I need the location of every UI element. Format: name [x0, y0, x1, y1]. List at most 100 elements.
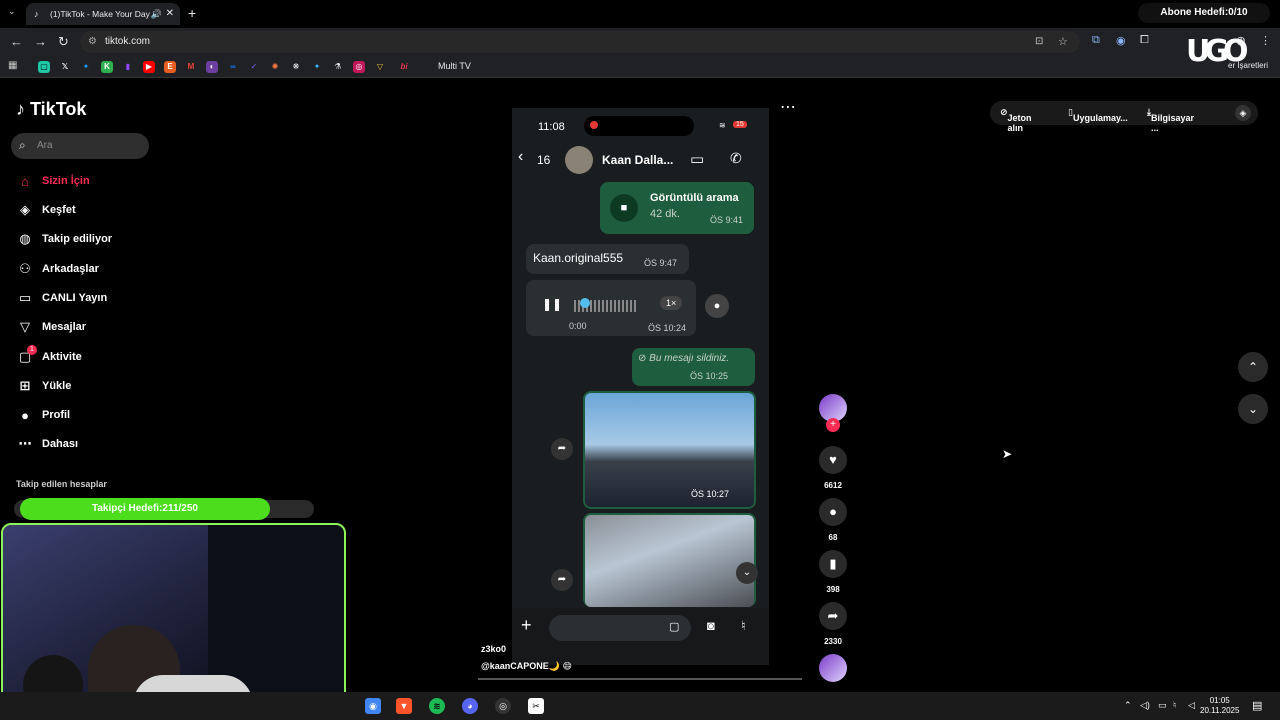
- network-icon[interactable]: ▭: [1158, 700, 1167, 711]
- get-coins-button[interactable]: ⊘ Jeton alın: [1000, 107, 1032, 133]
- bluesky-icon[interactable]: ✦: [80, 61, 92, 73]
- recording-dot: [590, 121, 598, 129]
- bookmark-v-icon[interactable]: ▽: [374, 61, 386, 73]
- video-player[interactable]: 11:08 ≋ 15 ‹ 16 Kaan Dalla... ▭ ✆ ■ Görü…: [512, 108, 769, 665]
- camera-icon: ◙: [707, 618, 715, 633]
- get-app-button[interactable]: ▯ Uygulamay...: [1068, 107, 1128, 123]
- sidebar-item-label: Yükle: [42, 380, 72, 392]
- sidebar-item-more[interactable]: ⋯ Dahası: [16, 434, 79, 454]
- translate-icon[interactable]: ⧉: [1092, 34, 1100, 47]
- kick-icon[interactable]: K: [101, 61, 113, 73]
- dynamic-island: [584, 116, 694, 136]
- previous-video-button[interactable]: ⌃: [1238, 352, 1268, 382]
- sidebar-item-messages[interactable]: ▽ Mesajlar: [16, 317, 86, 337]
- forward-share-icon: ➦: [551, 569, 573, 591]
- sidebar-item-foryou[interactable]: ⌂ Sizin İçin: [16, 171, 90, 191]
- sidebar-item-live[interactable]: ▭ CANLI Yayın: [16, 288, 107, 308]
- capcut-icon[interactable]: ✂: [528, 698, 544, 714]
- apps-grid-icon[interactable]: ▦: [8, 60, 17, 71]
- caption-username[interactable]: z3ko0: [481, 644, 506, 654]
- forward-icon[interactable]: →: [34, 34, 47, 49]
- mic-tray-icon[interactable]: ♮: [1173, 700, 1176, 711]
- system-clock[interactable]: 01:05 20.11.2025: [1200, 696, 1239, 716]
- discord-icon[interactable]: ◕: [462, 698, 478, 714]
- bookmark-star4-icon[interactable]: ✦: [311, 61, 323, 73]
- tiktok-note-icon: ♪: [16, 99, 25, 119]
- menu-dots-icon[interactable]: ⋮: [1260, 34, 1271, 47]
- tray-chevron-icon[interactable]: ⌃: [1124, 700, 1132, 711]
- creator-avatar[interactable]: +: [819, 394, 847, 432]
- back-icon[interactable]: ←: [10, 34, 23, 49]
- twitch-icon[interactable]: ▮: [122, 61, 134, 73]
- bookmark-e-icon[interactable]: E: [164, 61, 176, 73]
- caption-text[interactable]: @kaanCAPONE🌙 😄: [481, 661, 572, 672]
- chrome-icon[interactable]: ◉: [365, 698, 381, 714]
- gmail-icon[interactable]: M: [185, 61, 197, 73]
- live-tv-icon: ▭: [18, 290, 32, 305]
- sidebar-item-upload[interactable]: ⊞ Yükle: [16, 376, 72, 396]
- tiktok-logo[interactable]: ♪ TikTok: [16, 99, 86, 120]
- bookmark-bi-icon[interactable]: bi: [398, 61, 410, 73]
- compass-icon: ◈: [20, 202, 30, 217]
- sidebar-item-label: Sizin İçin: [42, 175, 90, 187]
- video-progress-bar[interactable]: [478, 678, 802, 680]
- share-button[interactable]: ➦ 2330: [819, 602, 847, 646]
- notification-icon[interactable]: ▤: [1252, 699, 1262, 712]
- speaker-icon[interactable]: ◁: [1188, 700, 1195, 711]
- close-tab-icon[interactable]: ✕: [166, 8, 174, 19]
- follow-plus-icon[interactable]: +: [826, 418, 840, 432]
- settings-icon[interactable]: ◈: [1235, 105, 1251, 121]
- bookmark-purple-icon[interactable]: ◐: [206, 61, 218, 73]
- spotify-icon[interactable]: ≋: [429, 698, 445, 714]
- coins-label: Jeton alın: [1007, 113, 1032, 133]
- bookmark-flask-icon[interactable]: ⚗: [332, 61, 344, 73]
- obs-icon[interactable]: ◎: [495, 698, 511, 714]
- message-time: ÖS 9:47: [644, 258, 678, 268]
- youtube-icon[interactable]: ▶: [143, 61, 155, 73]
- sidebar-item-activity[interactable]: ▢ Aktivite: [16, 347, 82, 367]
- tab-search-icon[interactable]: ⌄: [8, 6, 16, 17]
- bookmark-check-icon[interactable]: ✓: [248, 61, 260, 73]
- video-more-icon[interactable]: ⋯: [780, 97, 796, 117]
- instagram-icon[interactable]: ◎: [353, 61, 365, 73]
- audio-icon[interactable]: 🔊: [151, 9, 162, 20]
- pc-app-button[interactable]: ⤓ Bilgisayar ...: [1147, 107, 1194, 133]
- bookmark-spark-icon[interactable]: ❋: [290, 61, 302, 73]
- new-tab-button[interactable]: +: [188, 5, 196, 21]
- bookmark-icon-1[interactable]: ▢: [38, 61, 50, 73]
- sidebar-item-profile[interactable]: ● Profil: [16, 405, 70, 425]
- sidebar-item-friends[interactable]: ⚇ Arkadaşlar: [16, 259, 99, 279]
- sidebar-item-explore[interactable]: ◈ Keşfet: [16, 200, 76, 220]
- heart-icon: ♥: [819, 446, 847, 474]
- contact-avatar: [565, 146, 593, 174]
- claude-icon[interactable]: ✺: [269, 61, 281, 73]
- sidebar-item-following[interactable]: ◍ Takip ediliyor: [16, 229, 112, 249]
- brave-icon[interactable]: ▼: [396, 698, 412, 714]
- bookmark-multitv[interactable]: Multi TV: [438, 61, 471, 71]
- pc-label: Bilgisayar ...: [1150, 113, 1195, 133]
- scroll-down-icon: ⌄: [736, 562, 758, 584]
- attach-plus-icon: +: [521, 615, 532, 635]
- extensions-icon[interactable]: ⧠: [1140, 34, 1149, 47]
- meta-icon[interactable]: ∞: [227, 61, 239, 73]
- url-text: tiktok.com: [105, 36, 151, 47]
- comment-button[interactable]: ● 68: [819, 498, 847, 542]
- reload-icon[interactable]: ↻: [58, 34, 69, 50]
- chat-back-icon: ‹: [518, 148, 524, 165]
- x-twitter-icon[interactable]: 𝕏: [59, 61, 71, 73]
- extension-wave-icon[interactable]: ◉: [1116, 34, 1126, 47]
- install-icon[interactable]: ⊡: [1035, 31, 1043, 53]
- url-input[interactable]: ⚙ tiktok.com ⊡ ☆: [80, 31, 1080, 53]
- search-input[interactable]: ⌕ Ara: [11, 133, 149, 159]
- site-info-icon[interactable]: ⚙: [88, 31, 97, 53]
- sound-disc[interactable]: [819, 654, 847, 682]
- bookmark-star-icon[interactable]: ☆: [1058, 31, 1068, 53]
- like-button[interactable]: ♥ 6612: [819, 446, 847, 490]
- sidebar-item-label: CANLI Yayın: [42, 292, 108, 304]
- home-icon: ⌂: [21, 173, 29, 189]
- volume-icon[interactable]: ◁): [1140, 700, 1150, 711]
- save-button[interactable]: ▮ 398: [819, 550, 847, 594]
- next-video-button[interactable]: ⌄: [1238, 394, 1268, 424]
- upload-plus-icon: ⊞: [19, 378, 31, 393]
- tab-tiktok[interactable]: ♪ (1)TikTok - Make Your Day 🔊 ✕: [26, 3, 180, 25]
